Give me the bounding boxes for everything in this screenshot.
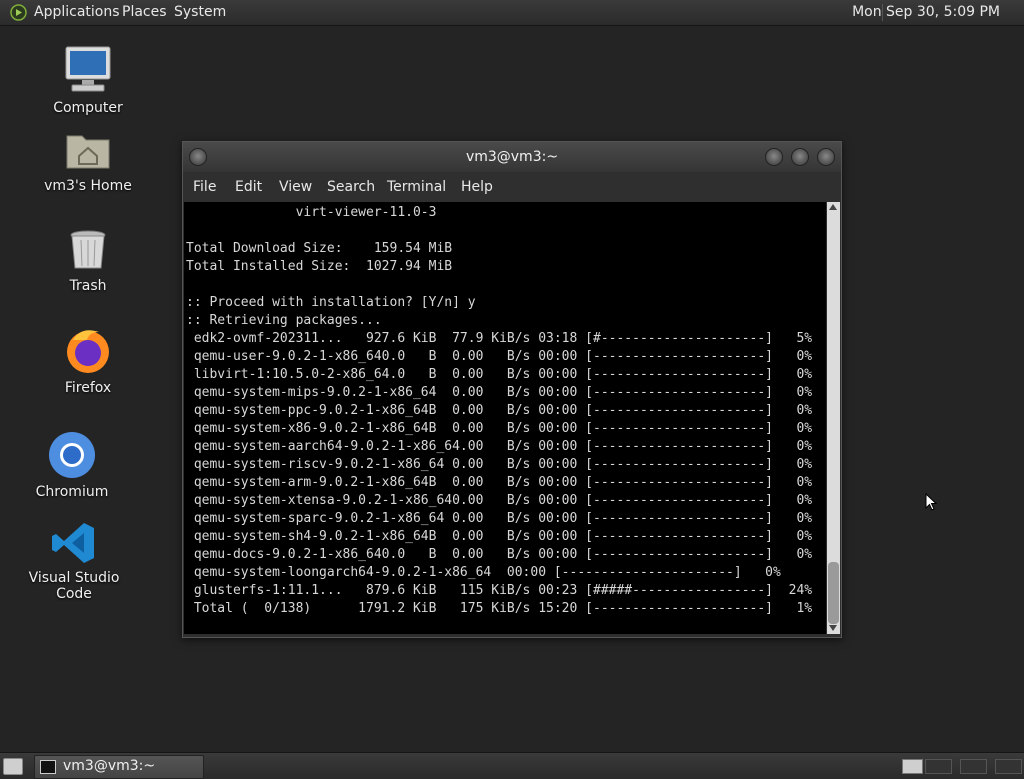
menu-view[interactable]: View: [279, 179, 312, 195]
terminal-lines: virt-viewer-11.0-3 Total Download Size: …: [186, 204, 812, 618]
terminal-line: :: Retrieving packages...: [186, 313, 382, 328]
desktop-icon-computer[interactable]: Computer: [28, 44, 148, 116]
desktop-icon-label: Trash: [69, 278, 107, 294]
menu-bar: File Edit View Search Terminal Help: [183, 172, 841, 202]
workspace-2[interactable]: [925, 759, 952, 774]
trash-icon: [70, 230, 106, 269]
terminal-line: qemu-system-aarch64-9.0.2-1-x86_64.00 B/…: [186, 439, 813, 454]
top-panel: Applications Places System Mon Sep 30, 5…: [0, 0, 1024, 26]
terminal-line: qemu-user-9.0.2-1-x86_640.0 B 0.00 B/s 0…: [186, 349, 813, 364]
desktop-icon-vscode[interactable]: Visual Studio Code: [14, 520, 134, 602]
workspace-1[interactable]: [902, 759, 923, 774]
terminal-line: qemu-system-x86-9.0.2-1-x86_64B 0.00 B/s…: [186, 421, 813, 436]
desktop-icon-label: Chromium: [35, 484, 109, 500]
terminal-line: edk2-ovmf-202311... 927.6 KiB 77.9 KiB/s…: [186, 331, 813, 346]
terminal-icon: [40, 760, 56, 774]
applications-menu[interactable]: Applications: [34, 4, 120, 20]
clock[interactable]: Mon Sep 30, 5:09 PM: [852, 4, 1000, 20]
menu-terminal[interactable]: Terminal: [387, 179, 446, 195]
terminal-line: libvirt-1:10.5.0-2-x86_64.0 B 0.00 B/s 0…: [186, 367, 813, 382]
terminal-line: qemu-system-riscv-9.0.2-1-x86_64 0.00 B/…: [186, 457, 813, 472]
title-bar[interactable]: vm3@vm3:~: [183, 142, 841, 172]
terminal-line: qemu-system-sparc-9.0.2-1-x86_64 0.00 B/…: [186, 511, 813, 526]
desktop-icon-firefox[interactable]: Firefox: [28, 326, 148, 396]
menu-help[interactable]: Help: [461, 179, 493, 195]
terminal-line: Total Download Size: 159.54 MiB: [186, 241, 453, 256]
taskbar-window-label: vm3@vm3:~: [63, 758, 156, 774]
workspace-3[interactable]: [960, 759, 987, 774]
vscode-icon: [52, 523, 94, 563]
desktop-icon-trash[interactable]: Trash: [28, 226, 148, 294]
terminal-line: qemu-system-mips-9.0.2-1-x86_64 0.00 B/s…: [186, 385, 813, 400]
scroll-up-arrow-icon[interactable]: [829, 204, 837, 210]
terminal-window[interactable]: vm3@vm3:~ File Edit View Search Terminal…: [182, 141, 842, 638]
desktop-icon-label: Computer: [53, 100, 123, 116]
maximize-button[interactable]: [791, 148, 809, 166]
computer-icon: [65, 46, 111, 92]
home-folder-icon: [66, 135, 110, 169]
terminal-line: qemu-system-ppc-9.0.2-1-x86_64B 0.00 B/s…: [186, 403, 813, 418]
workspace-4[interactable]: [995, 759, 1022, 774]
terminal-output[interactable]: virt-viewer-11.0-3 Total Download Size: …: [184, 202, 826, 634]
minimize-button[interactable]: [765, 148, 783, 166]
terminal-line: Total Installed Size: 1027.94 MiB: [186, 259, 453, 274]
terminal-line: glusterfs-1:11.1... 879.6 KiB 115 KiB/s …: [186, 583, 813, 598]
desktop-icon-home[interactable]: vm3's Home: [28, 126, 148, 194]
taskbar-window-button[interactable]: vm3@vm3:~: [34, 755, 204, 779]
desktop-icon-chromium[interactable]: Chromium: [12, 430, 132, 500]
desktop-icon-label: Visual Studio Code: [28, 570, 120, 602]
terminal-line: virt-viewer-11.0-3: [186, 205, 437, 220]
system-menu[interactable]: System: [174, 4, 226, 20]
terminal-line: qemu-system-loongarch64-9.0.2-1-x86_64 0…: [186, 565, 781, 580]
scrollbar-thumb[interactable]: [828, 562, 839, 624]
terminal-line: :: Proceed with installation? [Y/n] y: [186, 295, 476, 310]
scroll-down-arrow-icon[interactable]: [829, 625, 837, 631]
menu-search[interactable]: Search: [327, 179, 375, 195]
window-title: vm3@vm3:~: [465, 149, 559, 165]
firefox-icon: [67, 330, 109, 373]
terminal-line: qemu-system-xtensa-9.0.2-1-x86_640.00 B/…: [186, 493, 813, 508]
terminal-line: qemu-system-arm-9.0.2-1-x86_64B 0.00 B/s…: [186, 475, 813, 490]
chromium-icon: [49, 432, 95, 478]
terminal-line: qemu-docs-9.0.2-1-x86_640.0 B 0.00 B/s 0…: [186, 547, 813, 562]
terminal-line: qemu-system-sh4-9.0.2-1-x86_64B 0.00 B/s…: [186, 529, 813, 544]
close-button[interactable]: [817, 148, 835, 166]
mouse-pointer-icon: [925, 493, 937, 511]
bottom-panel: vm3@vm3:~: [0, 752, 1024, 779]
applications-logo-icon[interactable]: [10, 4, 27, 21]
terminal-line: Total ( 0/138) 1791.2 KiB 175 KiB/s 15:2…: [186, 601, 813, 616]
desktop-icon-label: Firefox: [64, 380, 112, 396]
menu-file[interactable]: File: [193, 179, 216, 195]
vertical-scrollbar[interactable]: [827, 202, 840, 634]
show-desktop-icon[interactable]: [3, 758, 23, 775]
desktop-icon-label: vm3's Home: [44, 178, 132, 194]
menu-edit[interactable]: Edit: [235, 179, 262, 195]
places-menu[interactable]: Places: [122, 4, 167, 20]
